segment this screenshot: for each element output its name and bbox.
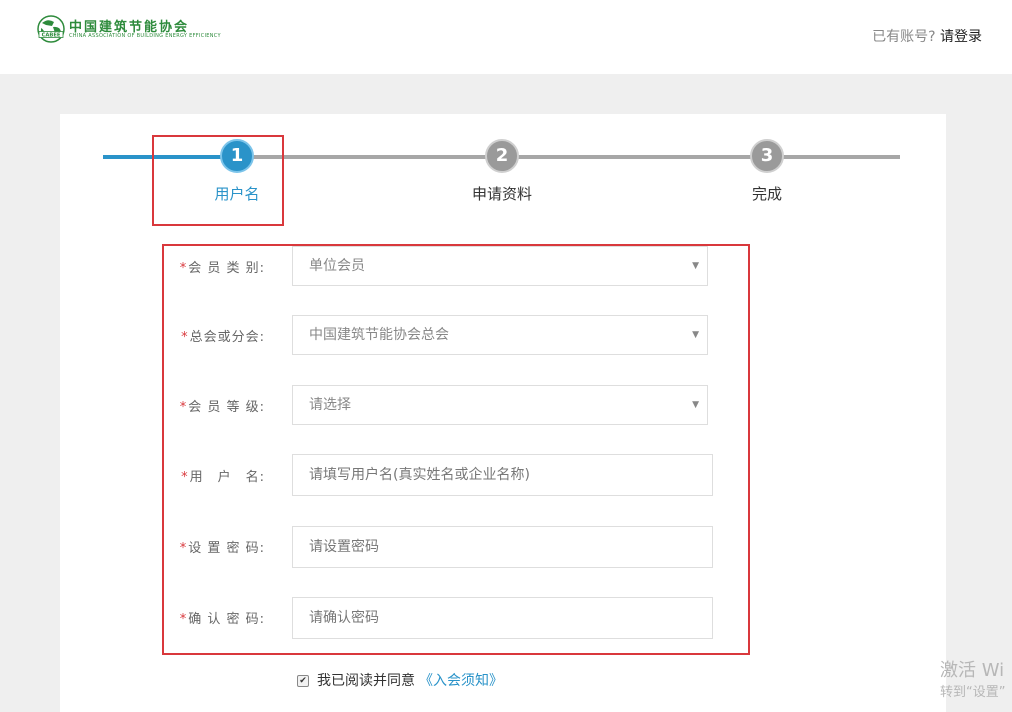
site-logo[interactable]: CABEE 中国建筑节能协会 CHINA ASSOCIATION OF BUIL… (36, 14, 221, 46)
required-mark: * (179, 261, 188, 276)
branch-select[interactable]: 中国建筑节能协会总会 ▼ (292, 315, 708, 355)
watermark-line-1: 激活 Wi (940, 660, 1005, 681)
member-level-select[interactable]: 请选择 ▼ (292, 385, 708, 425)
progress-track-pending (237, 155, 900, 159)
os-activation-watermark: 激活 Wi 转到“设置” (940, 660, 1005, 704)
logo-name-en: CHINA ASSOCIATION OF BUILDING ENERGY EFF… (69, 33, 221, 39)
login-area: 已有账号? 请登录 (872, 26, 982, 46)
branch-label: *总会或分会: (181, 330, 265, 345)
confirm-password-input[interactable] (292, 597, 713, 639)
password-label: *设 置 密 码: (179, 541, 265, 556)
agreement-row: ✔ 我已阅读并同意 《入会须知》 (297, 670, 503, 690)
globe-logo-icon: CABEE (37, 15, 65, 43)
required-mark: * (179, 400, 188, 415)
logo-badge-text: CABEE (42, 32, 61, 38)
member-level-label: *会 员 等 级: (179, 400, 265, 415)
watermark-line-2: 转到“设置” (940, 685, 1006, 700)
required-mark: * (181, 330, 189, 345)
top-header: CABEE 中国建筑节能协会 CHINA ASSOCIATION OF BUIL… (0, 0, 1012, 74)
login-link[interactable]: 请登录 (940, 29, 982, 45)
branch-value: 中国建筑节能协会总会 (309, 327, 449, 343)
step-3-circle: 3 (750, 139, 784, 173)
chevron-down-icon: ▼ (692, 400, 699, 410)
step-2-circle: 2 (485, 139, 519, 173)
agreement-text: 我已阅读并同意 (317, 673, 415, 689)
required-mark: * (179, 612, 188, 627)
step-2-label: 申请资料 (471, 185, 532, 203)
login-prompt: 已有账号? (872, 29, 936, 45)
step-3-label: 完成 (751, 185, 782, 203)
required-mark: * (179, 541, 188, 556)
member-level-value: 请选择 (309, 397, 351, 413)
member-type-select[interactable]: 单位会员 ▼ (292, 246, 708, 286)
member-type-label: *会 员 类 别: (179, 261, 265, 276)
membership-notice-link[interactable]: 《入会须知》 (419, 673, 503, 689)
username-input[interactable] (292, 454, 713, 496)
required-mark: * (181, 470, 189, 485)
member-type-value: 单位会员 (309, 258, 365, 274)
step-highlight-box (152, 135, 284, 226)
confirm-password-label: *确 认 密 码: (179, 612, 265, 627)
form-highlight-box (162, 244, 750, 655)
chevron-down-icon: ▼ (692, 330, 699, 340)
chevron-down-icon: ▼ (692, 261, 699, 271)
agree-checkbox[interactable]: ✔ (297, 675, 309, 687)
password-input[interactable] (292, 526, 713, 568)
username-label: *用 户 名: (181, 470, 265, 485)
